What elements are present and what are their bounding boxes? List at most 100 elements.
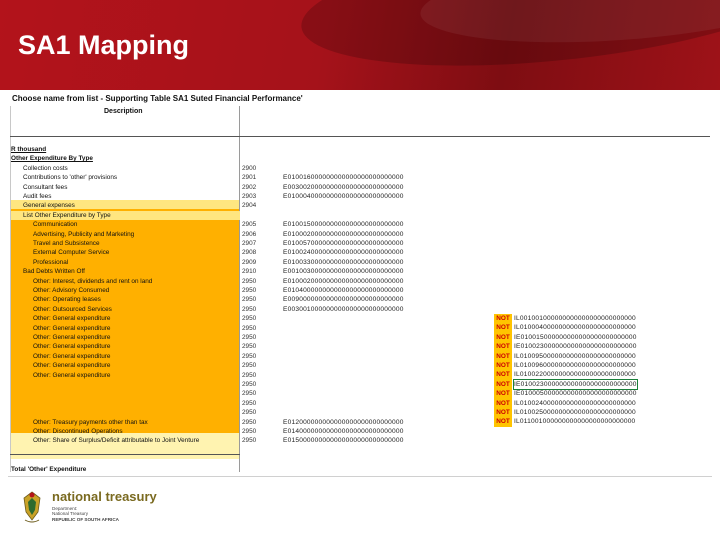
- not-mapping-code[interactable]: IL011001000000000000000000000000: [514, 417, 635, 426]
- not-mapping-row[interactable]: NOT IL010095000000000000000000000000: [494, 351, 636, 361]
- row-code[interactable]: 2950: [242, 295, 256, 304]
- row-code[interactable]: 2950: [242, 352, 256, 361]
- row-code[interactable]: 2950: [242, 286, 256, 295]
- row-label[interactable]: [11, 455, 240, 464]
- row-label[interactable]: Contributions to 'other' provisions: [11, 173, 240, 182]
- row-label[interactable]: Other Expenditure By Type: [11, 154, 240, 163]
- not-mapping-code[interactable]: IL010025000000000000000000000000: [514, 408, 636, 417]
- row-mapping-code[interactable]: E014000000000000000000000000000: [283, 427, 404, 436]
- row-mapping-code[interactable]: E010002000000000000000000000000: [283, 277, 404, 286]
- row-label[interactable]: Other: General expenditure: [11, 371, 240, 380]
- row-code[interactable]: 2950: [242, 277, 256, 286]
- row-label[interactable]: Other: General expenditure: [11, 324, 240, 333]
- not-mapping-row[interactable]: NOT IE010023000000000000000000000000: [494, 342, 637, 352]
- row-code[interactable]: 2950: [242, 380, 256, 389]
- row-code[interactable]: 2908: [242, 248, 256, 257]
- row-mapping-code[interactable]: E010004000000000000000000000000: [283, 192, 404, 201]
- row-label[interactable]: Other: General expenditure: [11, 352, 240, 361]
- not-mapping-row[interactable]: NOT IL001001000000000000000000000000: [494, 314, 636, 324]
- row-label[interactable]: Other: General expenditure: [11, 314, 240, 323]
- row-label[interactable]: [11, 446, 240, 455]
- row-label[interactable]: Total 'Other' Expenditure: [11, 465, 240, 474]
- row-label[interactable]: [11, 399, 240, 408]
- row-code[interactable]: 2950: [242, 333, 256, 342]
- row-code[interactable]: 2910: [242, 267, 256, 276]
- row-label[interactable]: Bad Debts Written Off: [11, 267, 240, 276]
- row-label[interactable]: [11, 380, 240, 389]
- row-label[interactable]: Communication: [11, 220, 240, 229]
- not-mapping-row[interactable]: NOT IL010096000000000000000000000000: [494, 361, 636, 371]
- row-label[interactable]: Other: General expenditure: [11, 333, 240, 342]
- row-code[interactable]: 2950: [242, 399, 256, 408]
- row-label[interactable]: Audit fees: [11, 192, 240, 201]
- row-mapping-code[interactable]: E012000000000000000000000000000: [283, 418, 404, 427]
- row-mapping-code[interactable]: E010033000000000000000000000000: [283, 258, 404, 267]
- not-mapping-row[interactable]: NOT IL011001000000000000000000000000: [494, 417, 635, 427]
- not-mapping-code[interactable]: IL010096000000000000000000000000: [514, 361, 636, 370]
- row-label[interactable]: Advertising, Publicity and Marketing: [11, 230, 240, 239]
- row-code[interactable]: 2907: [242, 239, 256, 248]
- not-mapping-code[interactable]: IL010004000000000000000000000000: [514, 323, 636, 332]
- row-code[interactable]: 2950: [242, 324, 256, 333]
- row-code[interactable]: 2900: [242, 164, 256, 173]
- row-label[interactable]: R thousand: [11, 145, 240, 154]
- row-code[interactable]: 2904: [242, 201, 256, 210]
- row-label[interactable]: Travel and Subsistence: [11, 239, 240, 248]
- row-code[interactable]: 2905: [242, 220, 256, 229]
- not-mapping-row[interactable]: NOT IL010022000000000000000000000000: [494, 370, 636, 380]
- row-label[interactable]: External Computer Service: [11, 248, 240, 257]
- not-mapping-code[interactable]: IL010095000000000000000000000000: [514, 352, 636, 361]
- not-mapping-row[interactable]: NOT IL010004000000000000000000000000: [494, 323, 636, 333]
- row-code[interactable]: 2903: [242, 192, 256, 201]
- row-mapping-code[interactable]: E003002000000000000000000000000: [283, 183, 404, 192]
- not-mapping-code[interactable]: IL010024000000000000000000000000: [514, 399, 636, 408]
- row-label[interactable]: Collection costs: [11, 164, 240, 173]
- row-label[interactable]: [11, 389, 240, 398]
- not-mapping-code[interactable]: IE010015000000000000000000000000: [514, 333, 637, 342]
- row-label[interactable]: Other: Interest, dividends and rent on l…: [11, 277, 240, 286]
- row-code[interactable]: 2950: [242, 314, 256, 323]
- not-mapping-code[interactable]: IL010022000000000000000000000000: [514, 370, 636, 379]
- row-label[interactable]: Other: Advisory Consumed: [11, 286, 240, 295]
- row-code[interactable]: 2950: [242, 371, 256, 380]
- row-mapping-code[interactable]: E010016000000000000000000000000: [283, 173, 404, 182]
- row-code[interactable]: 2950: [242, 342, 256, 351]
- row-mapping-code[interactable]: E010024000000000000000000000000: [283, 248, 404, 257]
- row-code[interactable]: 2902: [242, 183, 256, 192]
- not-mapping-code[interactable]: IE010005000000000000000000000000: [514, 389, 637, 398]
- not-mapping-row[interactable]: NOT IE010023000000000000000000000000: [494, 378, 638, 391]
- row-mapping-code[interactable]: E010057000000000000000000000000: [283, 239, 404, 248]
- row-label[interactable]: Other: General expenditure: [11, 361, 240, 370]
- row-code[interactable]: 2950: [242, 427, 256, 436]
- row-mapping-code[interactable]: E001003000000000000000000000000: [283, 267, 404, 276]
- row-mapping-code[interactable]: E009000000000000000000000000000: [283, 295, 404, 304]
- not-mapping-row[interactable]: NOT IL010025000000000000000000000000: [494, 408, 636, 418]
- not-mapping-row[interactable]: NOT IE010015000000000000000000000000: [494, 332, 637, 343]
- row-label[interactable]: Other: General expenditure: [11, 342, 240, 351]
- row-label[interactable]: Consultant fees: [11, 183, 240, 192]
- row-label[interactable]: Other: Treasury payments other than tax: [11, 418, 240, 427]
- not-mapping-code[interactable]: IL001001000000000000000000000000: [514, 314, 636, 323]
- row-label[interactable]: Other: Share of Surplus/Deficit attribut…: [11, 436, 240, 445]
- row-mapping-code[interactable]: E010400000000000000000000000000: [283, 286, 404, 295]
- row-code[interactable]: 2950: [242, 408, 256, 417]
- row-label[interactable]: Other: Outsourced Services: [11, 305, 240, 314]
- row-code[interactable]: 2950: [242, 361, 256, 370]
- row-label[interactable]: General expenses: [11, 201, 240, 210]
- row-label[interactable]: Other: Operating leases: [11, 295, 240, 304]
- row-label[interactable]: [11, 408, 240, 417]
- row-label[interactable]: List Other Expenditure by Type: [11, 210, 240, 221]
- row-code[interactable]: 2950: [242, 389, 256, 398]
- not-mapping-row[interactable]: NOT IE010005000000000000000000000000: [494, 389, 637, 399]
- row-mapping-code[interactable]: E010015000000000000000000000000: [283, 220, 404, 229]
- row-code[interactable]: 2950: [242, 418, 256, 427]
- row-mapping-code[interactable]: E010002000000000000000000000000: [283, 230, 404, 239]
- row-code[interactable]: 2906: [242, 230, 256, 239]
- not-mapping-code[interactable]: IE010023000000000000000000000000: [514, 342, 637, 351]
- row-label[interactable]: Other: Discontinued Operations: [11, 427, 240, 436]
- row-code[interactable]: 2950: [242, 305, 256, 314]
- row-mapping-code[interactable]: E003001000000000000000000000000: [283, 305, 404, 314]
- not-mapping-code[interactable]: IE010023000000000000000000000000: [513, 378, 638, 391]
- not-mapping-row[interactable]: NOT IL010024000000000000000000000000: [494, 398, 636, 408]
- row-mapping-code[interactable]: E015000000000000000000000000000: [283, 436, 404, 445]
